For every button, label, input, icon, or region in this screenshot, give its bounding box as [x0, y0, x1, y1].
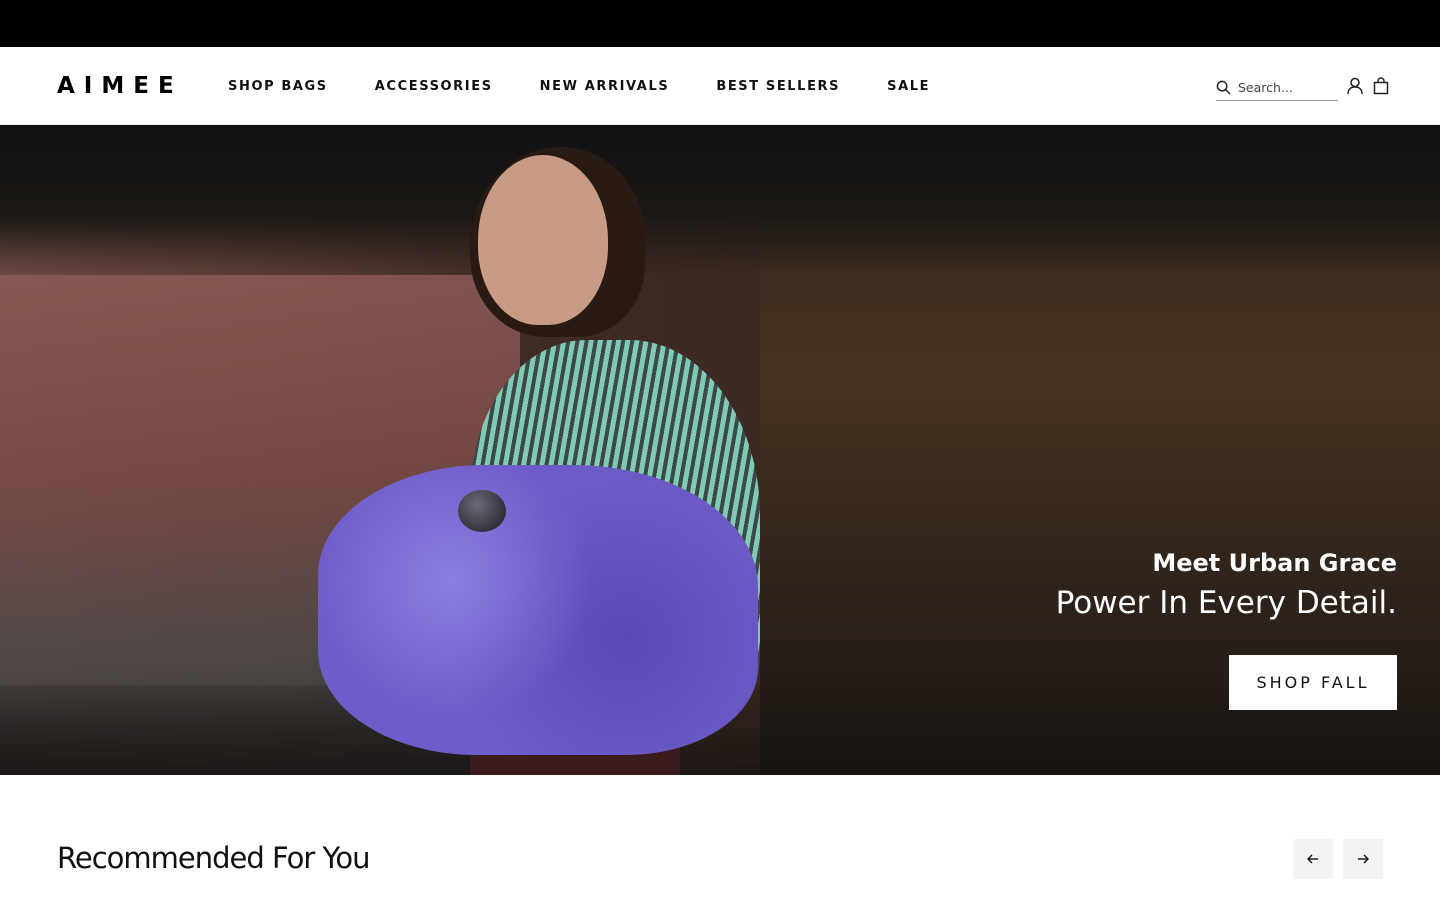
search-input[interactable] [1238, 76, 1336, 99]
hero-bag-clasp [458, 490, 506, 532]
site-header: AIMEE SHOP BAGS ACCESSORIES NEW ARRIVALS… [0, 47, 1440, 125]
shopping-bag-icon[interactable] [1372, 77, 1390, 95]
nav-item-shop-bags[interactable]: SHOP BAGS [228, 79, 328, 94]
announcement-bar [0, 0, 1440, 47]
hero-eyebrow: Meet Urban Grace [1152, 549, 1397, 577]
hero-banner: Meet Urban Grace Power In Every Detail. … [0, 125, 1440, 775]
recommended-title: Recommended For You [57, 841, 370, 875]
arrow-right-icon [1357, 852, 1369, 867]
search-field [1216, 75, 1338, 101]
nav-item-new-arrivals[interactable]: NEW ARRIVALS [540, 79, 670, 94]
main-nav: SHOP BAGS ACCESSORIES NEW ARRIVALS BEST … [228, 47, 977, 125]
carousel-next-button[interactable] [1343, 839, 1383, 879]
hero-title: Power In Every Detail. [1055, 585, 1397, 621]
arrow-left-icon [1307, 852, 1319, 867]
nav-item-sale[interactable]: SALE [887, 79, 930, 94]
carousel-prev-button[interactable] [1293, 839, 1333, 879]
nav-item-best-sellers[interactable]: BEST SELLERS [716, 79, 840, 94]
hero-background-ceiling [0, 125, 1440, 275]
hero-fur-bag [318, 465, 758, 755]
shop-fall-button[interactable]: SHOP FALL [1229, 655, 1397, 710]
hero-text: Meet Urban Grace Power In Every Detail. [1056, 548, 1397, 622]
search-icon[interactable] [1216, 80, 1232, 96]
user-icon[interactable] [1346, 77, 1364, 95]
nav-item-accessories[interactable]: ACCESSORIES [375, 79, 493, 94]
hero-model-face [478, 155, 608, 325]
brand-logo[interactable]: AIMEE [57, 73, 183, 99]
